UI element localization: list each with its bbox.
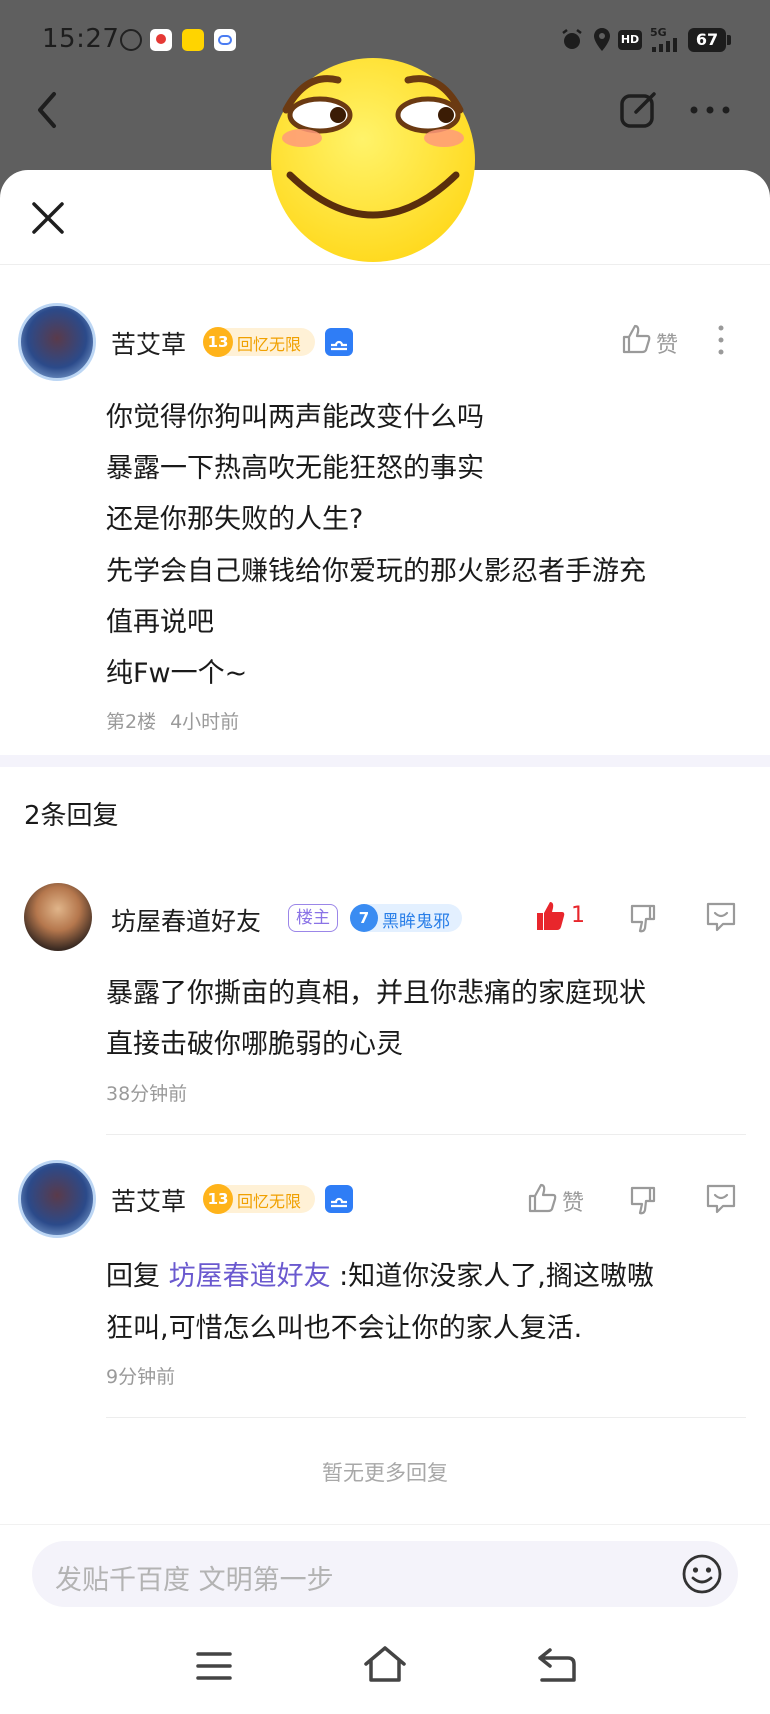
- edit-button[interactable]: [618, 88, 660, 132]
- like-label[interactable]: 赞: [656, 327, 678, 359]
- post-text-line: 还是你那失败的人生?: [106, 504, 364, 535]
- reply-text: :知道你没家人了,搁这嗷嗷: [330, 1261, 654, 1292]
- more-icon[interactable]: [716, 323, 726, 357]
- battery-level: 67: [688, 28, 731, 52]
- fan-badge: 7 黑眸鬼邪: [350, 904, 462, 932]
- comment-icon[interactable]: [704, 1182, 738, 1216]
- app-notification-icon: [182, 29, 204, 51]
- mention-link[interactable]: 坊屋春道好友: [169, 1261, 331, 1292]
- reply-author-name[interactable]: 苦艾草: [111, 1182, 186, 1218]
- libra-icon: [331, 340, 347, 351]
- close-button[interactable]: [26, 196, 70, 240]
- reply-time: 9分钟前: [106, 1366, 176, 1388]
- avatar[interactable]: [18, 303, 96, 381]
- post-text-line: 值再说吧: [106, 607, 214, 638]
- signal-icon: [652, 38, 677, 52]
- app-notification-icon: [214, 29, 236, 51]
- thumbs-down-icon[interactable]: [628, 1184, 660, 1216]
- like-label[interactable]: 赞: [562, 1185, 584, 1217]
- zodiac-badge: [325, 328, 353, 356]
- more-icon: [690, 106, 730, 114]
- post-text-line: 先学会自己赚钱给你爱玩的那火影忍者手游充: [106, 556, 646, 587]
- reply-divider: [106, 1134, 746, 1135]
- level-badge: 13 回忆无限: [203, 1184, 315, 1214]
- home-icon: [364, 1646, 406, 1682]
- location-icon: [594, 28, 610, 51]
- reply-prefix: 回复: [106, 1261, 169, 1292]
- smiley-sticker-icon: [271, 58, 475, 262]
- emoji-button[interactable]: [680, 1552, 724, 1596]
- nav-home-button[interactable]: [362, 1644, 408, 1684]
- post-meta: 第2楼 4小时前: [106, 707, 253, 734]
- libra-icon: [331, 1197, 347, 1208]
- more-button[interactable]: [686, 100, 734, 120]
- like-count: 1: [571, 903, 585, 928]
- post-text-line: 纯Fw一个~: [106, 658, 248, 689]
- zodiac-badge: [325, 1185, 353, 1213]
- close-icon: [32, 202, 64, 234]
- compose-placeholder[interactable]: 发贴千百度 文明第一步: [55, 1558, 334, 1597]
- back-button[interactable]: [28, 88, 68, 132]
- level-title: 回忆无限: [237, 335, 302, 354]
- reply-text-line: 暴露了你撕亩的真相，并且你悲痛的家庭现状: [106, 978, 646, 1009]
- fan-title: 黑眸鬼邪: [382, 912, 450, 932]
- status-time: 15:27: [42, 24, 120, 54]
- avatar[interactable]: [18, 1160, 96, 1238]
- thumbs-up-icon[interactable]: [534, 900, 566, 932]
- reply-text-line: 狂叫,可惜怎么叫也不会让你的家人复活.: [106, 1313, 583, 1344]
- app-notification-icon: [150, 29, 172, 51]
- nav-back-button[interactable]: [536, 1646, 578, 1684]
- comment-icon[interactable]: [704, 900, 738, 934]
- reply-author-name[interactable]: 坊屋春道好友: [111, 902, 261, 938]
- back-arrow-icon: [38, 92, 56, 128]
- emoji-icon: [682, 1554, 722, 1594]
- level-badge: 13 回忆无限: [203, 327, 315, 357]
- hd-indicator: HD: [618, 30, 642, 50]
- reply-divider: [106, 1417, 746, 1418]
- reply-time: 38分钟前: [106, 1083, 188, 1105]
- floor-number: 第2楼: [106, 711, 157, 733]
- thumbs-up-icon[interactable]: [620, 323, 652, 355]
- no-more-replies: 暂无更多回复: [322, 1461, 448, 1485]
- menu-icon: [196, 1652, 232, 1680]
- thumbs-up-icon[interactable]: [526, 1182, 558, 1214]
- post-time: 4小时前: [170, 711, 240, 733]
- edit-icon: [620, 92, 656, 128]
- fan-level: 7: [350, 904, 378, 932]
- return-icon: [538, 1648, 576, 1682]
- sync-icon: [120, 29, 142, 51]
- level-title: 回忆无限: [237, 1192, 302, 1211]
- nav-menu-button[interactable]: [194, 1648, 234, 1684]
- post-author-name[interactable]: 苦艾草: [111, 325, 186, 361]
- post-text-line: 你觉得你狗叫两声能改变什么吗: [106, 402, 484, 433]
- post-text-line: 暴露一下热高吹无能狂怒的事实: [106, 453, 484, 484]
- avatar[interactable]: [24, 883, 92, 951]
- alarm-icon: [562, 29, 582, 49]
- reply-text-line: 回复 坊屋春道好友 :知道你没家人了,搁这嗷嗷: [106, 1254, 654, 1293]
- level-number: 13: [203, 1184, 233, 1214]
- owner-tag: 楼主: [288, 904, 338, 932]
- section-divider: [0, 755, 770, 767]
- reply-count: 2条回复: [24, 801, 119, 831]
- level-number: 13: [203, 327, 233, 357]
- thumbs-down-icon[interactable]: [628, 902, 660, 934]
- reply-text-line: 直接击破你哪脆弱的心灵: [106, 1029, 403, 1060]
